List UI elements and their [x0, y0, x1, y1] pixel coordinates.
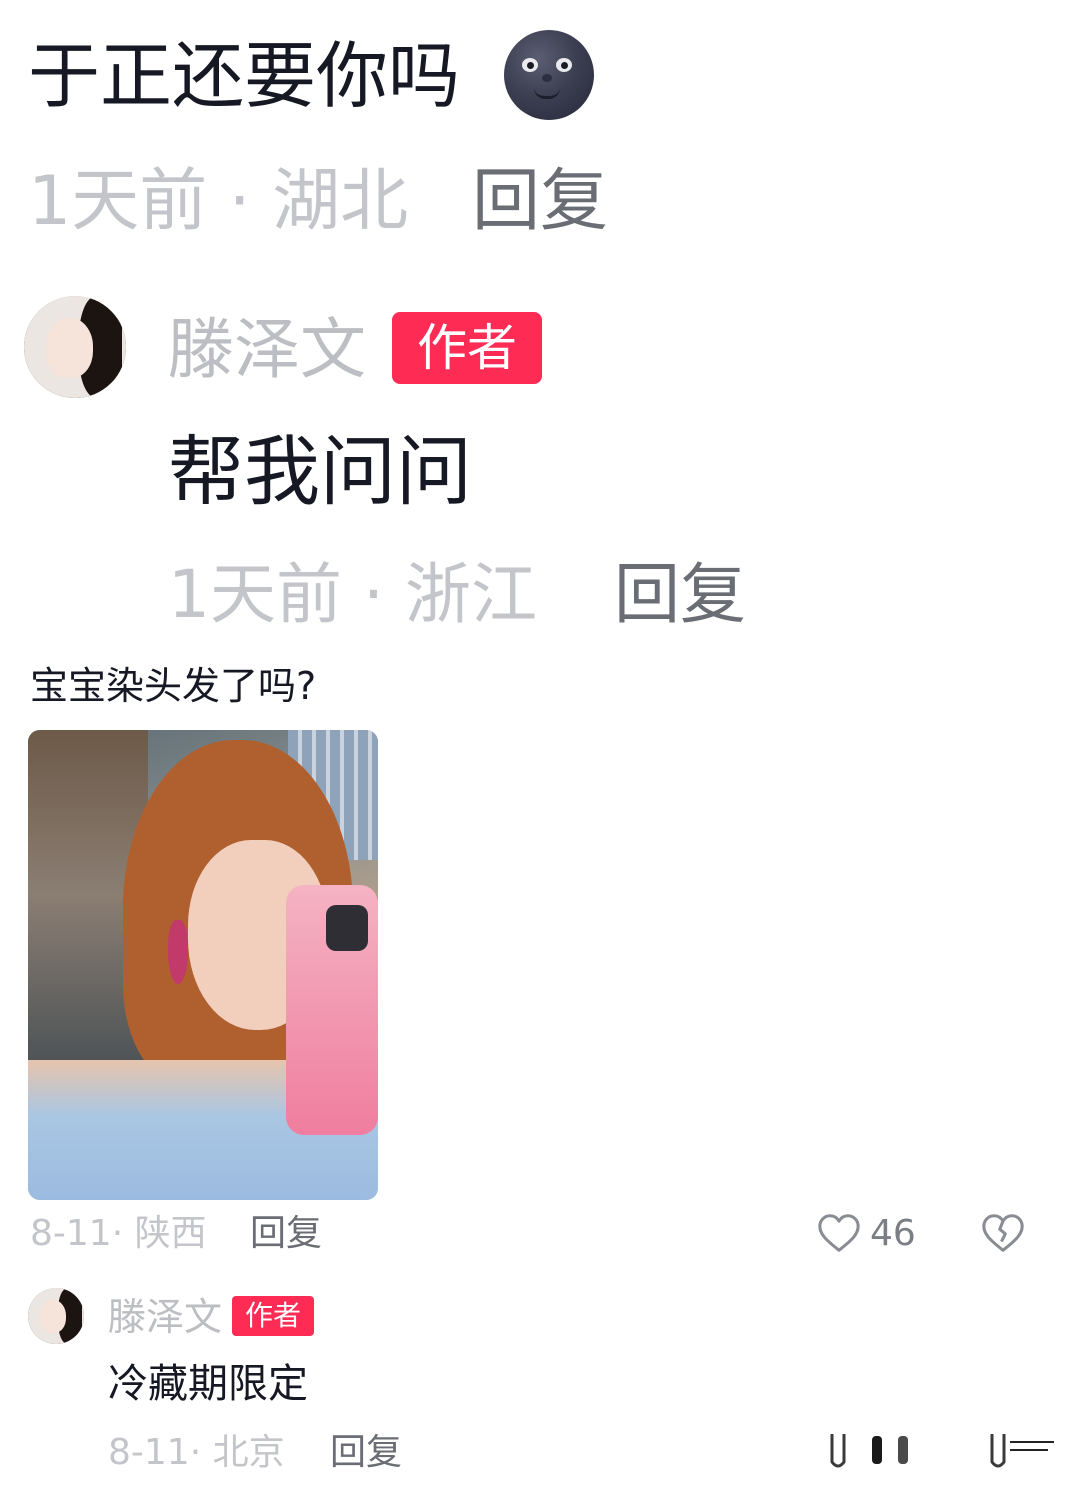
like-count: 46	[870, 1213, 916, 1254]
reply-meta: 8-11· 北京	[108, 1428, 285, 1478]
comment-meta: 8-11· 陕西	[30, 1208, 207, 1260]
author-badge: 作者	[392, 312, 542, 384]
moon-face-emoji-icon	[504, 30, 594, 120]
reply-button[interactable]: 回复	[330, 1428, 402, 1478]
reply-button[interactable]: 回复	[472, 160, 608, 244]
avatar[interactable]	[28, 1288, 84, 1344]
comment-time: 1天前	[28, 162, 208, 241]
reply-text: 帮我问问	[168, 427, 472, 516]
comment-image[interactable]	[28, 730, 378, 1200]
reply-button[interactable]: 回复	[614, 554, 746, 636]
meta-separator: ·	[228, 162, 251, 241]
meta-separator: ·	[189, 1432, 202, 1473]
comment-date: 8-11	[30, 1213, 112, 1254]
heart-outline-icon[interactable]	[816, 1210, 862, 1256]
author-name[interactable]: 滕泽文	[108, 1294, 222, 1340]
reply-meta: 1天前 · 浙江	[168, 554, 537, 636]
reply-button[interactable]: 回复	[250, 1208, 322, 1260]
reply-date: 8-11	[108, 1432, 190, 1473]
comment-meta: 1天前 · 湖北	[28, 160, 408, 244]
comment-text: 宝宝染头发了吗?	[30, 664, 317, 708]
reply-location: 浙江	[404, 556, 537, 633]
reply-location: 北京	[212, 1432, 285, 1473]
broken-heart-icon[interactable]	[980, 1210, 1026, 1256]
comment-location: 湖北	[272, 162, 409, 241]
comment-text: 于正还要你吗	[28, 34, 461, 118]
reply-time: 1天前	[168, 556, 342, 633]
avatar[interactable]	[24, 296, 126, 398]
comment-location: 陕西	[134, 1213, 207, 1254]
meta-separator: ·	[362, 556, 384, 633]
watermark-icon	[830, 1434, 1054, 1468]
author-name[interactable]: 滕泽文	[168, 310, 366, 390]
meta-separator: ·	[111, 1213, 124, 1254]
reply-text: 冷藏期限定	[108, 1361, 308, 1407]
author-badge: 作者	[232, 1296, 314, 1336]
